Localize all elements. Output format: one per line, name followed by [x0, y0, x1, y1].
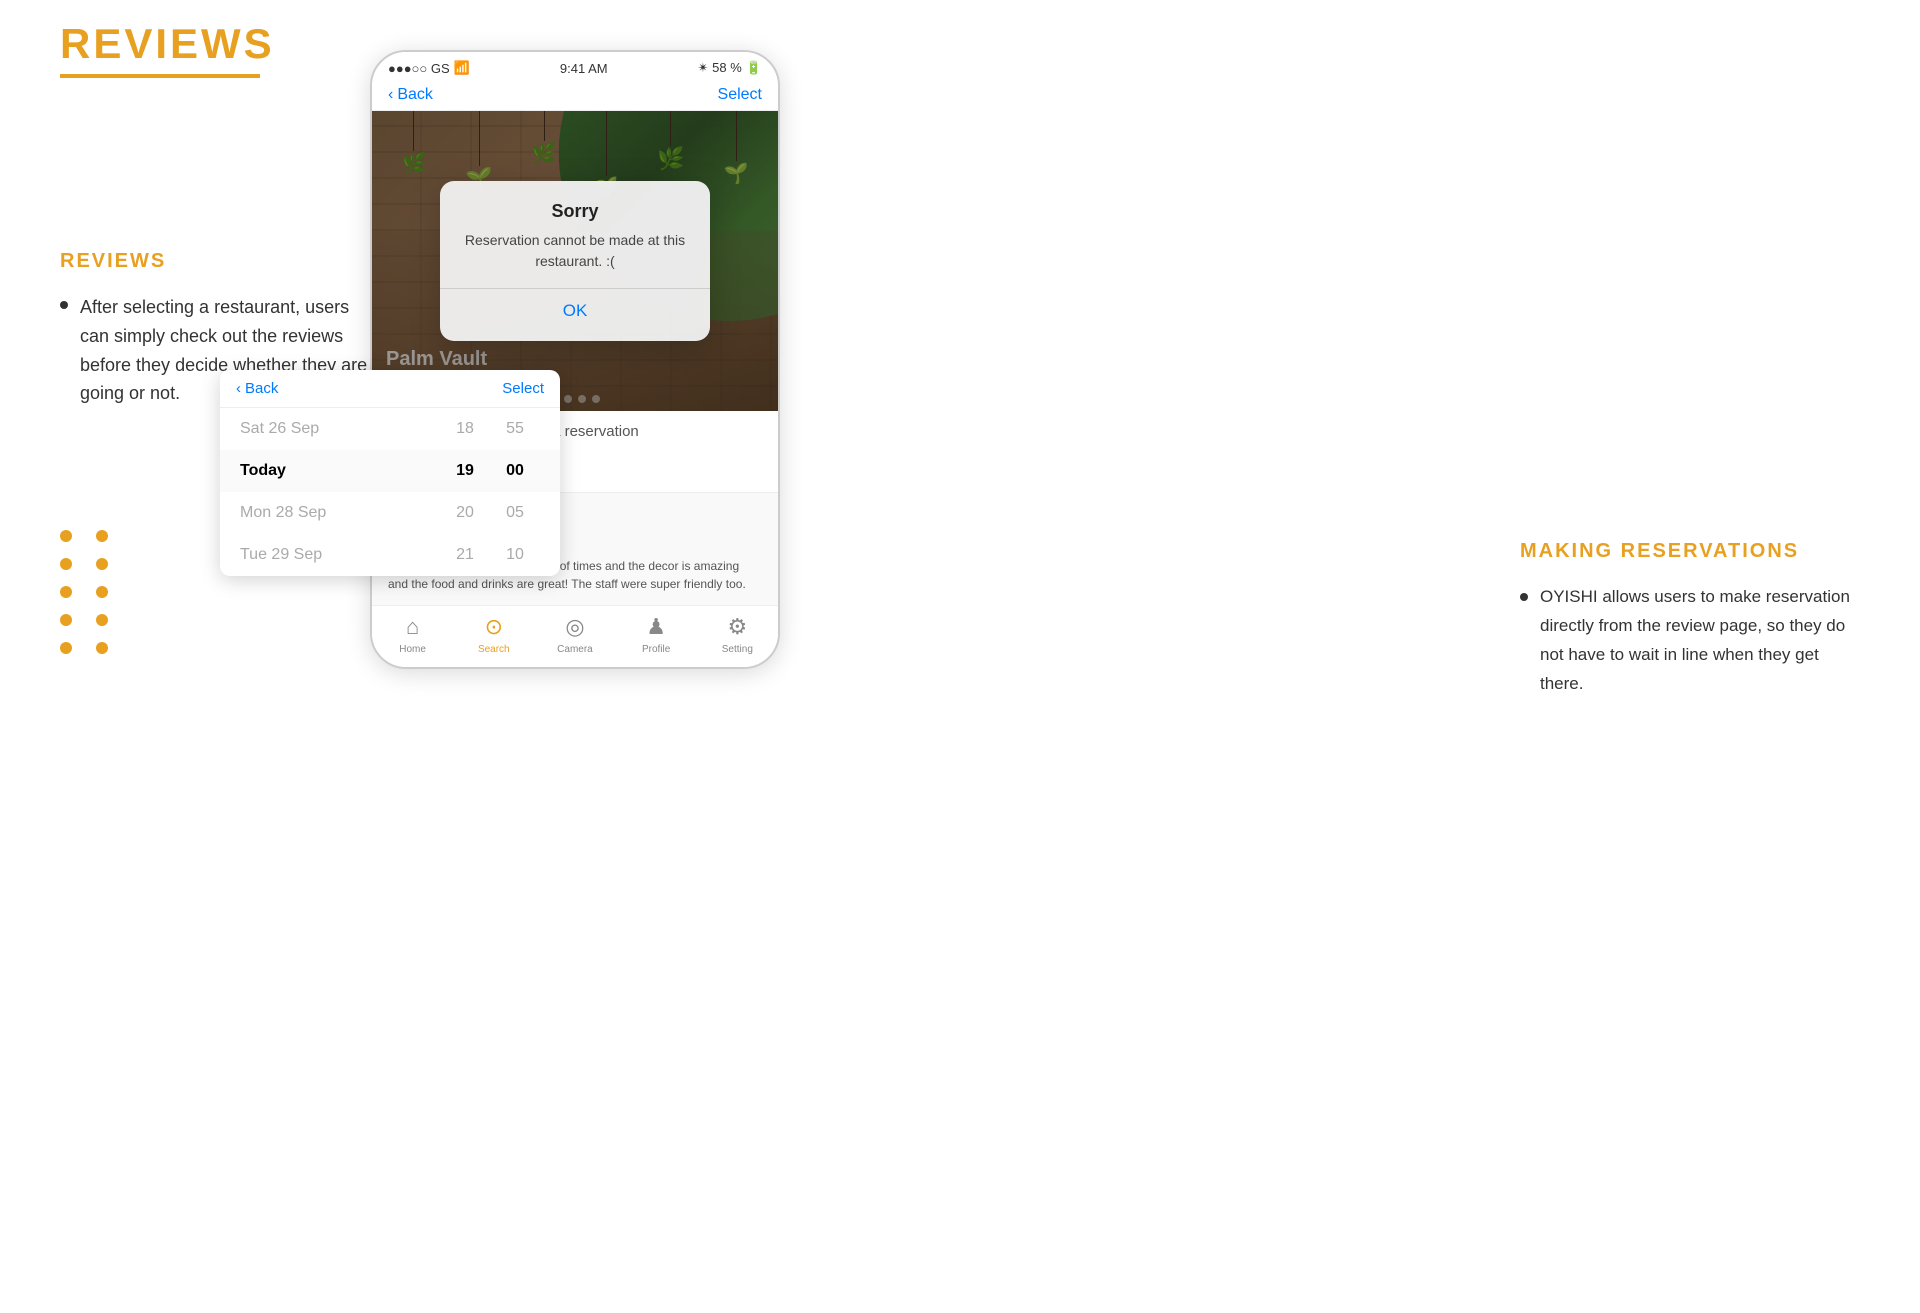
dp-row-sat: Sat 26 Sep 18 55	[220, 408, 560, 450]
dp-num-mon: 20	[440, 504, 490, 522]
dp-num-tue: 21	[440, 546, 490, 564]
dot-1	[60, 530, 72, 542]
dp-min-tue: 10	[490, 546, 540, 564]
date-picker-nav: ‹ Back Select	[220, 370, 560, 408]
dot-9	[60, 642, 72, 654]
dp-row-tue: Tue 29 Sep 21 10	[220, 534, 560, 576]
dialog-title: Sorry	[460, 201, 690, 222]
dot-5	[60, 586, 72, 598]
tab-camera-label: Camera	[557, 644, 593, 655]
dp-date-tue: Tue 29 Sep	[240, 546, 440, 564]
status-time: 9:41 AM	[560, 61, 608, 76]
back-button[interactable]: ‹ Back	[388, 86, 433, 104]
camera-icon: ◎	[565, 614, 584, 640]
dot-10	[96, 642, 108, 654]
right-panel: MAKING RESERVATIONS OYISHI allows users …	[1520, 540, 1860, 699]
dialog-overlay: Sorry Reservation cannot be made at this…	[372, 111, 778, 411]
tab-profile-label: Profile	[642, 644, 670, 655]
nav-bar: ‹ Back Select	[372, 80, 778, 111]
tab-setting-label: Setting	[722, 644, 753, 655]
page-title: REVIEWS	[60, 20, 275, 68]
dp-min-today: 00	[490, 462, 540, 480]
tab-bar: ⌂ Home ⊙ Search ◎ Camera ♟ Profile ⚙ Set…	[372, 605, 778, 667]
dp-back-button[interactable]: ‹ Back	[236, 380, 278, 397]
status-right: ✴ 58 % 🔋	[698, 60, 762, 76]
dp-chevron-left-icon: ‹	[236, 380, 241, 397]
tab-home-label: Home	[399, 644, 426, 655]
restaurant-image: 🌿 🌱 🌿 🌱 🌿	[372, 111, 778, 411]
dot-8	[96, 614, 108, 626]
dp-min-mon: 05	[490, 504, 540, 522]
right-bullet-dot	[1520, 593, 1528, 601]
battery-icon: 🔋	[746, 60, 762, 76]
tab-setting[interactable]: ⚙ Setting	[707, 614, 767, 655]
dp-min-sat: 55	[490, 420, 540, 438]
dp-num-today: 19	[440, 462, 490, 480]
dp-select-button[interactable]: Select	[502, 380, 544, 397]
reviews-section-label: REVIEWS	[60, 250, 380, 273]
status-bar: ●●●○○ GS 📶 9:41 AM ✴ 58 % 🔋	[372, 52, 778, 80]
reservations-bullet: OYISHI allows users to make reservation …	[1520, 583, 1860, 699]
page-title-underline	[60, 74, 260, 78]
signal-indicator: ●●●○○ GS	[388, 61, 450, 76]
date-picker-rows: Sat 26 Sep 18 55 Today 19 00 Mon 28 Sep …	[220, 408, 560, 576]
date-picker-overlay: ‹ Back Select Sat 26 Sep 18 55 Today 19 …	[220, 370, 560, 576]
profile-icon: ♟	[646, 614, 666, 640]
dot-3	[60, 558, 72, 570]
tab-profile[interactable]: ♟ Profile	[626, 614, 686, 655]
dp-date-today: Today	[240, 462, 440, 480]
dialog-ok-button[interactable]: OK	[460, 289, 690, 321]
dialog-message: Reservation cannot be made at this resta…	[460, 230, 690, 272]
dp-row-mon: Mon 28 Sep 20 05	[220, 492, 560, 534]
reservations-section-label: MAKING RESERVATIONS	[1520, 540, 1860, 563]
page-title-section: REVIEWS	[60, 20, 275, 78]
phone-mockup: ●●●○○ GS 📶 9:41 AM ✴ 58 % 🔋 ‹ Back Selec…	[370, 50, 780, 669]
reservations-bullet-text: OYISHI allows users to make reservation …	[1540, 583, 1860, 699]
dot-2	[96, 530, 108, 542]
sorry-dialog: Sorry Reservation cannot be made at this…	[440, 181, 710, 341]
bluetooth-icon: ✴ 58 %	[698, 60, 742, 76]
tab-search-label: Search	[478, 644, 510, 655]
search-icon: ⊙	[485, 614, 503, 640]
select-button[interactable]: Select	[718, 86, 762, 104]
dot-7	[60, 614, 72, 626]
dp-back-label: Back	[245, 380, 278, 397]
dp-row-today: Today 19 00	[220, 450, 560, 492]
dp-num-sat: 18	[440, 420, 490, 438]
home-icon: ⌂	[406, 614, 419, 640]
dot-4	[96, 558, 108, 570]
wifi-icon: 📶	[454, 60, 470, 76]
tab-camera[interactable]: ◎ Camera	[545, 614, 605, 655]
status-left: ●●●○○ GS 📶	[388, 60, 470, 76]
dot-6	[96, 586, 108, 598]
decorative-dots-grid	[60, 530, 116, 654]
tab-home[interactable]: ⌂ Home	[383, 614, 443, 655]
chevron-left-icon: ‹	[388, 86, 393, 104]
back-label: Back	[397, 86, 433, 104]
dp-date-mon: Mon 28 Sep	[240, 504, 440, 522]
bullet-dot	[60, 301, 68, 309]
setting-icon: ⚙	[727, 614, 747, 640]
tab-search[interactable]: ⊙ Search	[464, 614, 524, 655]
dp-date-sat: Sat 26 Sep	[240, 420, 440, 438]
